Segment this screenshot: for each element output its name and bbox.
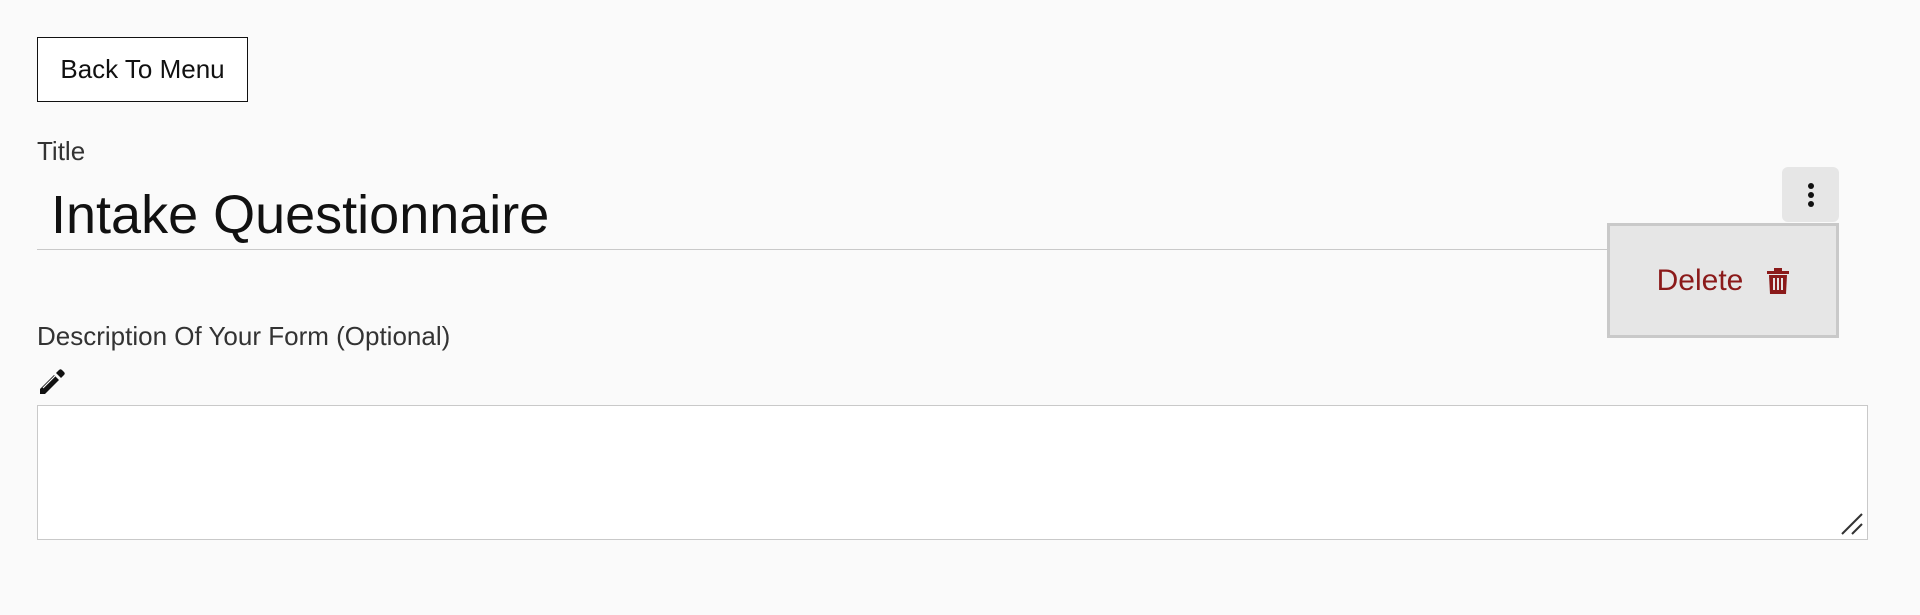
description-label: Description Of Your Form (Optional) <box>37 321 451 351</box>
description-textarea[interactable] <box>37 405 1868 540</box>
back-to-menu-button[interactable]: Back To Menu <box>37 37 248 102</box>
delete-menu-item[interactable]: Delete <box>1610 226 1836 335</box>
more-options-button[interactable] <box>1782 167 1839 222</box>
title-label: Title <box>37 136 86 166</box>
more-vertical-icon <box>1807 182 1814 207</box>
title-input[interactable] <box>37 180 1607 250</box>
options-dropdown-menu: Delete <box>1607 223 1839 338</box>
delete-label: Delete <box>1656 263 1744 297</box>
form-editor-page: Back To Menu Title Delete Description Of… <box>0 0 1920 615</box>
resize-handle-icon[interactable] <box>1838 510 1864 536</box>
trash-icon <box>1767 267 1790 294</box>
pencil-icon[interactable] <box>37 368 65 396</box>
